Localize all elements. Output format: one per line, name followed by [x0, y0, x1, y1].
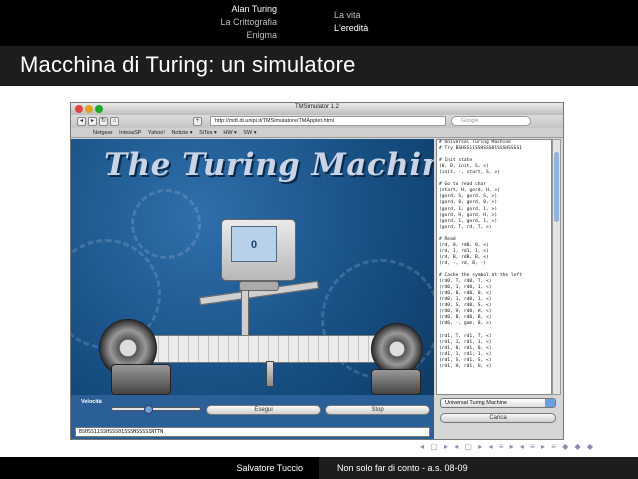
bookmarks-bar: Netgear IntesaSP Yahoo! Notizie ▾ SiTes … [71, 128, 563, 138]
window-titlebar: TMSimulator 1.2 [71, 103, 563, 115]
section-alan-turing[interactable]: Alan Turing [0, 3, 277, 16]
chevron-down-icon [545, 399, 555, 407]
browser-toolbar: ◂ ▸ ↻ ⌂ + http://mdt.di.unipi.it/TMSimul… [71, 115, 563, 128]
load-button[interactable]: Carica [440, 413, 556, 423]
bookmark-item[interactable]: SiTes ▾ [199, 130, 217, 136]
program-line: (rd1, H, rd1, H, <) [439, 363, 492, 369]
velocity-label: Velocità [81, 399, 102, 405]
monitor-stand [239, 281, 279, 291]
bookmark-item[interactable]: Notizie ▾ [171, 130, 192, 136]
beamer-footer: Salvatore Tuccio Non solo far di conto -… [0, 457, 638, 479]
bookmark-item[interactable]: Netgear [93, 130, 113, 136]
bookmark-item[interactable]: IntesaSP [119, 130, 141, 136]
engine-icon [111, 364, 171, 395]
subsection-eredita[interactable]: L'eredità [334, 22, 368, 35]
subsection-la-vita[interactable]: La vita [334, 9, 368, 22]
slide-title-bar: Macchina di Turing: un simulatore [0, 46, 638, 86]
subsection-nav: La vita L'eredità [334, 0, 368, 46]
add-bookmark-icon[interactable]: + [193, 117, 202, 126]
program-scrollbar[interactable] [552, 139, 561, 395]
input-tape-field[interactable]: BSHSS11SSHSSS01SSSHSSSS1NTTN [75, 427, 430, 437]
slide-title: Macchina di Turing: un simulatore [20, 52, 356, 77]
monitor-icon: 0 [221, 219, 296, 281]
forward-icon[interactable]: ▸ [88, 117, 97, 126]
machine-select-value: Universal Turing Machine [445, 400, 508, 406]
velocity-slider-knob[interactable] [144, 405, 153, 414]
bookmark-item[interactable]: HW ▾ [223, 130, 236, 136]
back-icon[interactable]: ◂ [77, 117, 86, 126]
window-title: TMSimulator 1.2 [294, 104, 339, 110]
reload-icon[interactable]: ↻ [99, 117, 108, 126]
engine-icon [371, 369, 421, 395]
spark-plug-icon [266, 361, 274, 387]
search-field[interactable]: Google [451, 116, 531, 126]
browser-window: TMSimulator 1.2 ◂ ▸ ↻ ⌂ + http://mdt.di.… [70, 102, 564, 440]
run-button[interactable]: Esegui [206, 405, 321, 415]
turing-machine-applet: The Turing Machine 0 [71, 139, 434, 395]
stop-button[interactable]: Stop [325, 405, 430, 415]
velocity-slider[interactable] [111, 405, 201, 414]
section-enigma[interactable]: Enigma [0, 29, 277, 42]
scroll-thumb[interactable] [554, 152, 559, 222]
gear-decoration-icon [131, 189, 201, 259]
home-icon[interactable]: ⌂ [110, 117, 119, 126]
program-listing[interactable]: # Universal Turing Machine # Try BSHSS11S… [436, 139, 552, 395]
bookmark-item[interactable]: Yahoo! [148, 130, 165, 136]
beamer-header: Alan Turing La Crittografia Enigma La vi… [0, 0, 638, 46]
reel-icon [371, 323, 423, 375]
footer-author: Salvatore Tuccio [236, 463, 303, 473]
head-state-display: 0 [231, 226, 277, 262]
section-crittografia[interactable]: La Crittografia [0, 16, 277, 29]
applet-controls: Velocità Esegui Stop BSHSS11SSHSSS01SSSH… [71, 395, 434, 439]
machine-controls: Universal Turing Machine Carica [434, 395, 563, 439]
head-arm [241, 289, 249, 339]
applet-banner: The Turing Machine [104, 147, 434, 183]
url-field[interactable]: http://mdt.di.unipi.it/TMSimulatore/TMAp… [210, 116, 446, 126]
footer-talk-title: Non solo far di conto - a.s. 08-09 [319, 457, 638, 479]
tape [139, 335, 389, 363]
machine-select[interactable]: Universal Turing Machine [440, 398, 556, 408]
bookmark-item[interactable]: SW ▾ [243, 130, 256, 136]
beamer-nav-symbols[interactable]: ◂ ▢ ▸ ◂ ▢ ▸ ◂ ≡ ▸ ◂ ≡ ▸ ≡ ◆ ◆ ◆ [420, 442, 595, 451]
section-nav: Alan Turing La Crittografia Enigma [0, 0, 319, 46]
